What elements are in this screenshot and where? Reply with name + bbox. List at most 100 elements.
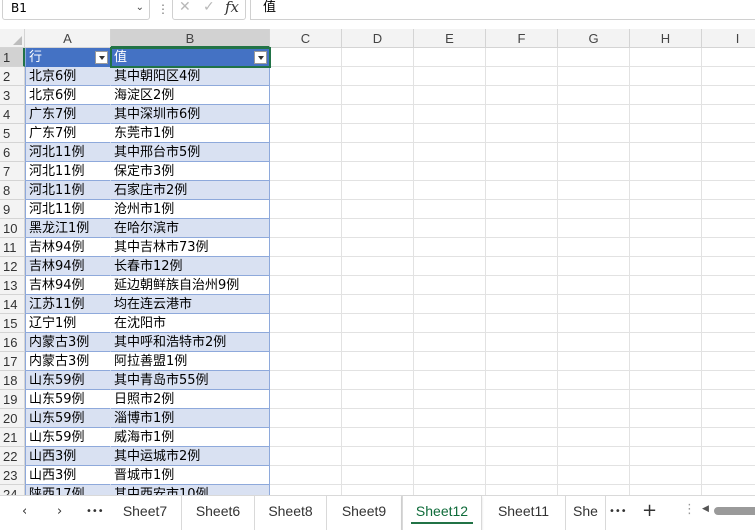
column-header-h[interactable]: H [630, 29, 702, 48]
grid-cell[interactable] [270, 352, 342, 371]
table-cell[interactable]: 黑龙江1例 [25, 219, 111, 238]
table-cell[interactable]: 山东59例 [25, 409, 111, 428]
grid-cell[interactable] [342, 371, 414, 390]
grid-cell[interactable] [414, 143, 486, 162]
table-header-cell[interactable]: 值 [111, 48, 270, 67]
grid-cell[interactable] [342, 257, 414, 276]
grid-cell[interactable] [558, 428, 630, 447]
grid-cell[interactable] [702, 86, 755, 105]
row-header[interactable]: 21 [0, 428, 25, 447]
grid-cell[interactable] [702, 181, 755, 200]
grid-cell[interactable] [342, 428, 414, 447]
grid-cell[interactable] [270, 105, 342, 124]
grid-cell[interactable] [486, 200, 558, 219]
grid-cell[interactable] [486, 219, 558, 238]
grid-cell[interactable] [414, 447, 486, 466]
table-cell[interactable]: 山西3例 [25, 466, 111, 485]
row-header[interactable]: 1 [0, 48, 25, 67]
table-cell[interactable]: 山东59例 [25, 428, 111, 447]
grid-cell[interactable] [558, 314, 630, 333]
grid-cell[interactable] [558, 48, 630, 67]
grid-cell[interactable] [270, 295, 342, 314]
cancel-icon[interactable]: ✕ [179, 0, 191, 15]
grid-cell[interactable] [558, 466, 630, 485]
grid-cell[interactable] [702, 124, 755, 143]
grid-cell[interactable] [558, 105, 630, 124]
table-cell[interactable]: 其中邢台市5例 [111, 143, 270, 162]
name-box[interactable]: B1 ⌄ [2, 0, 150, 20]
add-sheet-button[interactable]: + [642, 500, 657, 521]
table-cell[interactable]: 河北11例 [25, 143, 111, 162]
grid-cell[interactable] [270, 466, 342, 485]
grid-cell[interactable] [630, 352, 702, 371]
grid-cell[interactable] [558, 143, 630, 162]
grid-cell[interactable] [630, 314, 702, 333]
grid-cell[interactable] [414, 219, 486, 238]
grid-cell[interactable] [486, 466, 558, 485]
table-cell[interactable]: 山西3例 [25, 447, 111, 466]
grid-cell[interactable] [414, 466, 486, 485]
grid-cell[interactable] [702, 200, 755, 219]
table-cell[interactable]: 吉林94例 [25, 238, 111, 257]
grid-cell[interactable] [558, 124, 630, 143]
grid-cell[interactable] [558, 485, 630, 495]
grid-cell[interactable] [702, 466, 755, 485]
horizontal-scrollbar[interactable]: ◀ [702, 504, 755, 517]
prev-sheet-button[interactable]: ‹ [22, 504, 27, 519]
chevron-down-icon[interactable]: ⌄ [136, 0, 144, 19]
grid-cell[interactable] [342, 200, 414, 219]
grid-cell[interactable] [702, 105, 755, 124]
grid-cell[interactable] [342, 314, 414, 333]
grid-cell[interactable] [342, 485, 414, 495]
grid-cell[interactable] [342, 105, 414, 124]
grid-cell[interactable] [558, 333, 630, 352]
column-header-d[interactable]: D [342, 29, 414, 48]
grid-cell[interactable] [486, 428, 558, 447]
grid-cell[interactable] [414, 105, 486, 124]
table-cell[interactable]: 在沈阳市 [111, 314, 270, 333]
grid-cell[interactable] [630, 162, 702, 181]
grid-cell[interactable] [630, 105, 702, 124]
grid-cell[interactable] [702, 219, 755, 238]
grid-cell[interactable] [558, 86, 630, 105]
grid-cell[interactable] [558, 219, 630, 238]
grid-cell[interactable] [486, 105, 558, 124]
grid-cell[interactable] [270, 485, 342, 495]
column-header-b[interactable]: B [111, 29, 270, 48]
sheet-tab-she[interactable]: She [566, 496, 606, 530]
more-sheets-right-button[interactable]: ••• [609, 506, 627, 517]
grid-cell[interactable] [630, 86, 702, 105]
grid-cell[interactable] [486, 447, 558, 466]
grid-cell[interactable] [414, 333, 486, 352]
grid-cell[interactable] [270, 314, 342, 333]
table-cell[interactable]: 河北11例 [25, 181, 111, 200]
grid-cell[interactable] [270, 219, 342, 238]
table-cell[interactable]: 广东7例 [25, 105, 111, 124]
grid-cell[interactable] [270, 371, 342, 390]
grid-cell[interactable] [342, 162, 414, 181]
grid-cell[interactable] [630, 257, 702, 276]
row-header[interactable]: 22 [0, 447, 25, 466]
grid-cell[interactable] [630, 276, 702, 295]
column-header-f[interactable]: F [486, 29, 558, 48]
row-header[interactable]: 19 [0, 390, 25, 409]
grid-cell[interactable] [630, 48, 702, 67]
table-cell[interactable]: 其中西安市10例 [111, 485, 270, 495]
sheet-tab-sheet8[interactable]: Sheet8 [255, 496, 327, 530]
table-cell[interactable]: 陕西17例 [25, 485, 111, 495]
grid-cell[interactable] [702, 67, 755, 86]
column-header-e[interactable]: E [414, 29, 486, 48]
grid-cell[interactable] [270, 67, 342, 86]
row-header[interactable]: 24 [0, 485, 25, 495]
grid-cell[interactable] [558, 257, 630, 276]
grid-cell[interactable] [270, 257, 342, 276]
grid-cell[interactable] [270, 276, 342, 295]
grid-cell[interactable] [630, 447, 702, 466]
grid-cell[interactable] [702, 428, 755, 447]
table-cell[interactable]: 其中青岛市55例 [111, 371, 270, 390]
grid-cell[interactable] [630, 466, 702, 485]
table-cell[interactable]: 沧州市1例 [111, 200, 270, 219]
grid-cell[interactable] [702, 333, 755, 352]
table-cell[interactable]: 河北11例 [25, 200, 111, 219]
grid-cell[interactable] [702, 409, 755, 428]
